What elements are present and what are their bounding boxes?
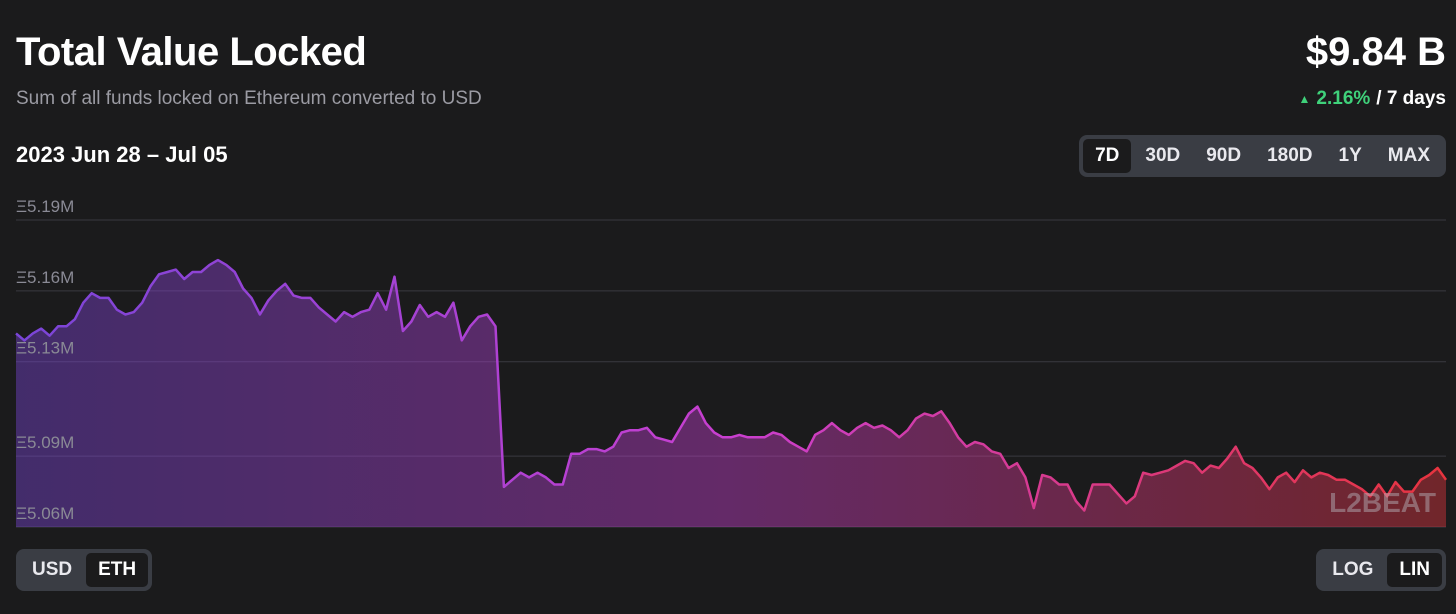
period-button-90d[interactable]: 90D [1194,139,1253,173]
y-tick-label: Ξ5.13M [16,339,74,358]
y-tick-label: Ξ5.06M [16,504,74,523]
y-tick-label: Ξ5.16M [16,268,74,287]
change-percent: 2.16% [1316,88,1371,109]
tvl-area [16,260,1446,527]
unit-button-usd[interactable]: USD [20,553,84,587]
unit-toggle: USD ETH [16,549,153,591]
triangle-up-icon: ▲ [1298,92,1311,106]
y-tick-label: Ξ5.09M [16,433,74,452]
unit-button-eth[interactable]: ETH [86,553,149,587]
period-selector: 7D 30D 90D 180D 1Y MAX [1079,135,1446,177]
tvl-value: $9.84 B [1305,30,1446,74]
change-period: / 7 days [1376,88,1446,109]
period-button-7d[interactable]: 7D [1083,139,1132,173]
period-button-30d[interactable]: 30D [1133,139,1192,173]
period-button-1y[interactable]: 1Y [1327,139,1374,173]
change-summary: ▲ 2.16% / 7 days [1299,88,1446,110]
scale-button-lin[interactable]: LIN [1387,553,1442,587]
scale-toggle: LOG LIN [1316,549,1446,591]
page-subtitle: Sum of all funds locked on Ethereum conv… [16,88,482,109]
period-button-180d[interactable]: 180D [1255,139,1324,173]
period-button-max[interactable]: MAX [1376,139,1442,173]
l2beat-watermark: L2BEAT [1329,487,1436,518]
tvl-chart: Ξ5.06M Ξ5.09M Ξ5.13M Ξ5.16M Ξ5.19M L2BEAT [15,197,1448,528]
scale-button-log[interactable]: LOG [1320,553,1385,587]
page-title: Total Value Locked [16,30,367,74]
y-tick-label: Ξ5.19M [16,197,74,216]
date-range: 2023 Jun 28 – Jul 05 [16,142,228,167]
